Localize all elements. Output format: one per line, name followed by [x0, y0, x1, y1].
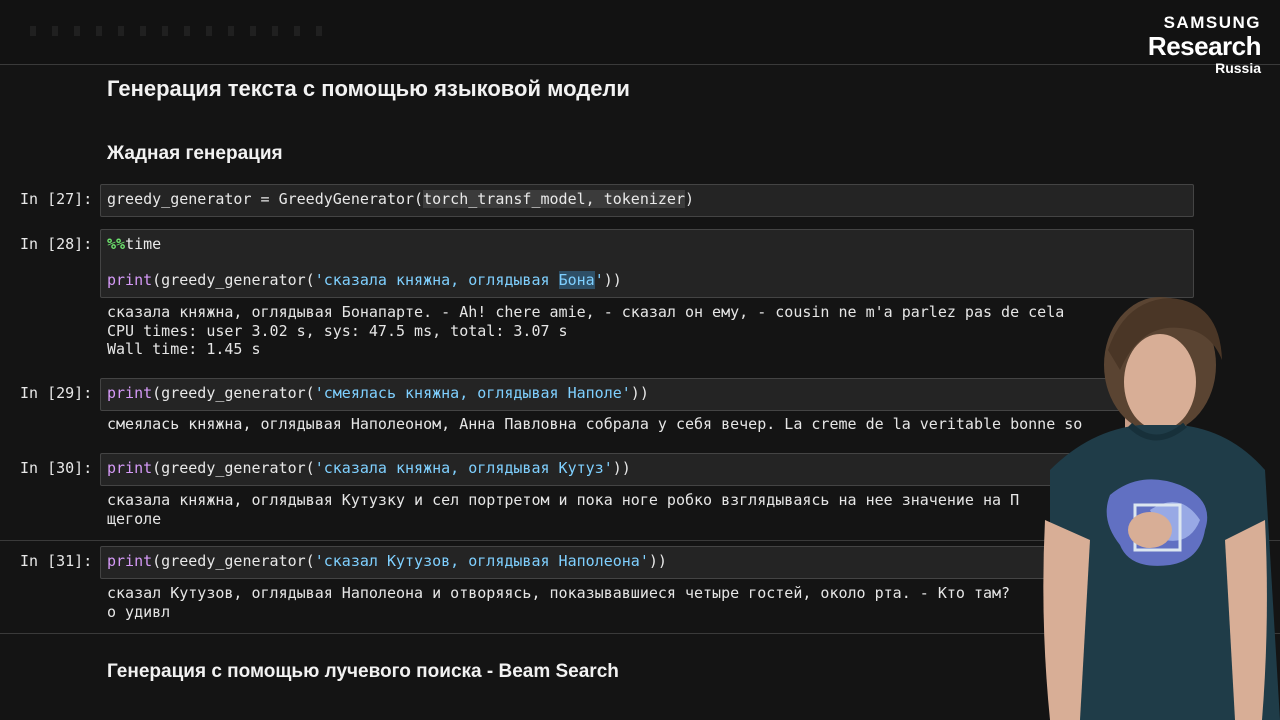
- code-text: )): [603, 271, 622, 289]
- code-text: ): [684, 190, 695, 208]
- code-args-selection: torch_transf_model, tokenizer: [423, 190, 685, 208]
- cell-29-output: смеялась княжна, оглядывая Наполеоном, А…: [107, 415, 1082, 434]
- cell-27-prompt: In [27]:: [20, 190, 93, 208]
- cell-31-output: сказал Кутузов, оглядывая Наполеона и от…: [107, 584, 1010, 621]
- cell-30-prompt: In [30]:: [20, 459, 93, 477]
- code-text: )): [630, 384, 649, 402]
- string-literal: ': [594, 271, 604, 289]
- code-text: (greedy_generator(: [152, 459, 315, 477]
- cell-28-prompt: In [28]:: [20, 235, 93, 253]
- cell-30-output: сказала княжна, оглядывая Кутузку и сел …: [107, 491, 1019, 528]
- code-text: greedy_generator = GreedyGenerator(: [107, 190, 424, 208]
- notebook-heading-beam-search: Генерация с помощью лучевого поиска - Be…: [107, 661, 619, 682]
- cell-31-prompt: In [31]:: [20, 552, 93, 570]
- cell-28-magic-line[interactable]: %%time: [107, 235, 161, 253]
- output-line: Wall time: 1.45 s: [107, 340, 261, 358]
- output-line: сказал Кутузов, оглядывая Наполеона и от…: [107, 584, 1011, 602]
- cell-31-code[interactable]: print(greedy_generator('сказал Кутузов, …: [107, 552, 667, 570]
- output-line: щеголе: [107, 509, 162, 528]
- code-text: (greedy_generator(: [152, 552, 315, 570]
- code-text: )): [648, 552, 667, 570]
- code-text: )): [612, 459, 631, 477]
- cell-28-code[interactable]: print(greedy_generator('сказала княжна, …: [107, 271, 622, 289]
- toolbar-divider: [0, 64, 1280, 65]
- string-literal: 'сказала княжна, оглядывая: [314, 271, 559, 289]
- logo-line-russia: Russia: [1215, 60, 1261, 76]
- output-line: CPU times: user 3.02 s, sys: 47.5 ms, to…: [107, 321, 568, 340]
- print-keyword: print: [107, 459, 153, 477]
- magic-command: time: [125, 235, 162, 253]
- samsung-research-logo: SAMSUNG Research Russia: [1147, 13, 1262, 76]
- string-selection: Бона: [558, 271, 595, 289]
- print-keyword: print: [107, 384, 153, 402]
- code-text: (greedy_generator(: [152, 384, 315, 402]
- logo-line-research: Research: [1147, 31, 1262, 61]
- output-line: о удивл: [107, 602, 171, 621]
- output-line: сказала княжна, оглядывая Бонапарте. - A…: [107, 303, 1065, 321]
- cell-27-code[interactable]: greedy_generator = GreedyGenerator(torch…: [107, 190, 694, 208]
- string-literal: 'сказала княжна, оглядывая Кутуз': [314, 459, 613, 477]
- string-literal: 'смеялась княжна, оглядывая Наполе': [314, 384, 631, 402]
- magic-prefix: %%: [107, 235, 126, 253]
- code-text: (greedy_generator(: [152, 271, 315, 289]
- output-line: сказала княжна, оглядывая Кутузку и сел …: [107, 491, 1020, 509]
- cell-29-prompt: In [29]:: [20, 384, 93, 402]
- cell-29-code[interactable]: print(greedy_generator('смеялась княжна,…: [107, 384, 649, 402]
- notebook-heading-main: Генерация текста с помощью языковой моде…: [107, 76, 630, 101]
- logo-line-samsung: SAMSUNG: [1163, 13, 1261, 32]
- print-keyword: print: [107, 552, 153, 570]
- string-literal: 'сказал Кутузов, оглядывая Наполеона': [314, 552, 649, 570]
- cell-28-output: сказала княжна, оглядывая Бонапарте. - A…: [107, 303, 1064, 359]
- notebook-toolbar: [0, 0, 1280, 64]
- output-line: смеялась княжна, оглядывая Наполеоном, А…: [107, 415, 1083, 433]
- notebook-heading-greedy: Жадная генерация: [107, 143, 283, 164]
- print-keyword: print: [107, 271, 153, 289]
- cell-30-code[interactable]: print(greedy_generator('сказала княжна, …: [107, 459, 631, 477]
- presenter-video-overlay: [1043, 297, 1280, 720]
